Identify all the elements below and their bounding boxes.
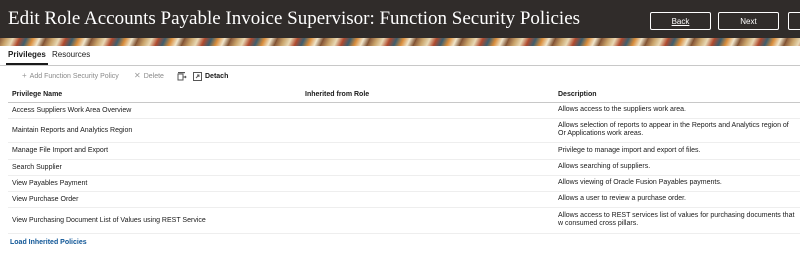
description-cell: Allows selection of reports to appear in… [554,118,800,143]
privilege-name-cell: View Payables Payment [8,175,301,192]
close-icon: ✕ [134,71,141,80]
delete-label: Delete [143,72,164,80]
table-header-row: Privilege Name Inherited from Role Descr… [8,88,800,103]
delete-button[interactable]: ✕ Delete [134,72,164,80]
column-header-privilege-name[interactable]: Privilege Name [8,88,301,103]
back-button[interactable]: Back [650,12,711,30]
detach-label: Detach [205,73,229,80]
plus-icon: + [22,71,27,80]
detach-button[interactable]: Detach [193,72,228,81]
inherited-from-role-cell [301,118,554,143]
privilege-name-cell: Maintain Reports and Analytics Region [8,118,301,143]
privilege-name-cell: View Purchase Order [8,191,301,208]
back-button-label: Back [671,16,690,26]
privilege-name-cell: Manage File Import and Export [8,142,301,160]
description-cell: Allows searching of suppliers. [554,159,800,176]
tab-privileges[interactable]: Privileges [6,50,48,65]
inherited-from-role-cell [301,207,554,234]
description-cell: Allows viewing of Oracle Fusion Payables… [554,175,800,192]
column-header-inherited-from-role[interactable]: Inherited from Role [301,88,554,103]
table-row[interactable]: Maintain Reports and Analytics Region Al… [8,118,800,143]
page-header: Edit Role Accounts Payable Invoice Super… [0,0,800,38]
load-inherited-policies-link[interactable]: Load Inherited Policies [10,239,87,246]
inherited-from-role-cell [301,102,554,119]
tab-bar: Privileges Resources [0,46,800,66]
more-actions-button[interactable] [788,12,800,30]
detach-icon [193,72,202,81]
description-cell: Allows a user to review a purchase order… [554,191,800,208]
export-icon[interactable] [177,71,187,81]
table-row[interactable]: View Payables Payment Allows viewing of … [8,175,800,192]
privilege-name-cell: Access Suppliers Work Area Overview [8,102,301,119]
table-row[interactable]: View Purchase Order Allows a user to rev… [8,191,800,208]
next-button[interactable]: Next [718,12,779,30]
table-row[interactable]: Search Supplier Allows searching of supp… [8,159,800,176]
tab-resources[interactable]: Resources [52,50,90,59]
privilege-name-cell: View Purchasing Document List of Values … [8,207,301,234]
privileges-table: Privilege Name Inherited from Role Descr… [8,88,800,234]
inherited-from-role-cell [301,175,554,192]
inherited-from-role-cell [301,159,554,176]
table-row[interactable]: Access Suppliers Work Area Overview Allo… [8,102,800,119]
table-row[interactable]: Manage File Import and Export Privilege … [8,142,800,160]
description-cell: Allows access to the suppliers work area… [554,102,800,119]
inherited-from-role-cell [301,142,554,160]
toolbar: + Add Function Security Policy ✕ Delete … [0,70,800,84]
decorative-banner [0,38,800,46]
column-header-description[interactable]: Description [554,88,800,103]
add-label: Add Function Security Policy [29,72,119,80]
inherited-from-role-cell [301,191,554,208]
add-function-security-policy-button[interactable]: + Add Function Security Policy [22,72,119,80]
table-row[interactable]: View Purchasing Document List of Values … [8,207,800,234]
privilege-name-cell: Search Supplier [8,159,301,176]
page-title: Edit Role Accounts Payable Invoice Super… [8,8,581,29]
description-cell: Allows access to REST services list of v… [554,207,800,234]
description-cell: Privilege to manage import and export of… [554,142,800,160]
